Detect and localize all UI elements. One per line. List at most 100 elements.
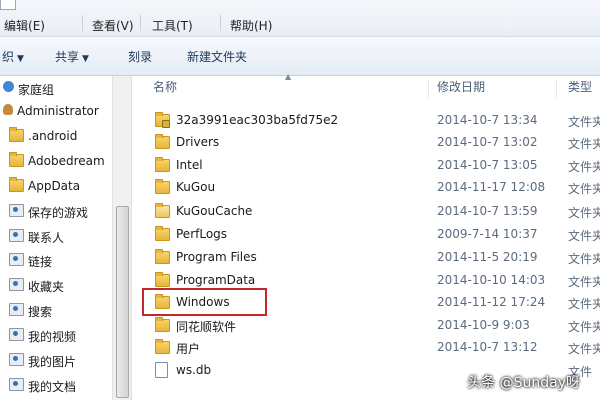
nav-item-administrator[interactable]: Administrator bbox=[0, 101, 112, 123]
nav-item-label: AppData bbox=[28, 179, 81, 193]
nav-item-documents[interactable]: 我的文档 bbox=[0, 375, 112, 397]
nav-item-label: 联系人 bbox=[28, 231, 65, 245]
file-date: 2014-10-10 14:03 bbox=[437, 273, 546, 287]
file-row-intel[interactable]: Intel 2014-10-7 13:05 文件夹 bbox=[132, 155, 600, 177]
file-row-users[interactable]: 用户 2014-10-7 13:12 文件夹 bbox=[132, 337, 600, 359]
file-type: 文件夹 bbox=[568, 320, 600, 334]
file-type: 文件夹 bbox=[568, 342, 600, 356]
chevron-down-icon: ▼ bbox=[82, 54, 89, 64]
menu-help[interactable]: 帮助(H) bbox=[230, 17, 272, 34]
folder-icon bbox=[155, 317, 170, 332]
file-date: 2014-10-9 9:03 bbox=[437, 318, 530, 332]
file-name: KuGou bbox=[176, 180, 216, 194]
column-header-date[interactable]: 修改日期 bbox=[437, 78, 485, 100]
burn-button[interactable]: 刻录 bbox=[128, 48, 152, 65]
file-type: 文件夹 bbox=[568, 275, 600, 289]
share-button[interactable]: 共享 ▼ bbox=[55, 48, 89, 65]
file-list: 名称 ▲ 修改日期 类型 32a3991eac303ba5fd75e2 2014… bbox=[132, 72, 600, 400]
file-date: 2014-10-7 13:34 bbox=[437, 113, 538, 127]
nav-item-links[interactable]: 链接 bbox=[0, 250, 112, 272]
menu-separator bbox=[140, 15, 141, 31]
file-row-program-files[interactable]: Program Files 2014-11-5 20:19 文件夹 bbox=[132, 247, 600, 269]
folder-icon bbox=[155, 157, 170, 172]
folder-icon bbox=[155, 249, 170, 264]
links-icon bbox=[9, 253, 24, 266]
file-type: 文件夹 bbox=[568, 297, 600, 311]
nav-item-label: 搜索 bbox=[28, 305, 53, 319]
file-name: 32a3991eac303ba5fd75e2 bbox=[176, 113, 339, 127]
nav-item-appdata[interactable]: AppData bbox=[0, 176, 112, 198]
nav-item-favorites[interactable]: 收藏夹 bbox=[0, 275, 112, 297]
file-date: 2014-11-17 12:08 bbox=[437, 180, 546, 194]
file-name: PerfLogs bbox=[176, 227, 228, 241]
new-folder-button[interactable]: 新建文件夹 bbox=[187, 48, 247, 65]
nav-item-contacts[interactable]: 联系人 bbox=[0, 226, 112, 248]
file-row-kugou[interactable]: KuGou 2014-11-17 12:08 文件夹 bbox=[132, 177, 600, 199]
contacts-icon bbox=[9, 229, 24, 242]
pictures-icon bbox=[9, 353, 24, 366]
folder-icon bbox=[155, 272, 170, 287]
file-type: 文件夹 bbox=[568, 115, 600, 129]
file-row-perflogs[interactable]: PerfLogs 2009-7-14 10:37 文件夹 bbox=[132, 224, 600, 246]
nav-item-android[interactable]: .android bbox=[0, 126, 112, 148]
file-type: 文件夹 bbox=[568, 182, 600, 196]
nav-item-homegroup[interactable]: 家庭组 bbox=[0, 78, 112, 100]
file-type: 文件夹 bbox=[568, 252, 600, 266]
file-icon bbox=[155, 362, 168, 378]
chevron-down-icon: ▼ bbox=[17, 54, 24, 64]
column-separator[interactable] bbox=[556, 80, 557, 98]
file-date: 2014-10-7 13:59 bbox=[437, 204, 538, 218]
file-name: Intel bbox=[176, 158, 203, 172]
nav-item-saved-games[interactable]: 保存的游戏 bbox=[0, 201, 112, 223]
folder-icon bbox=[9, 152, 24, 167]
sort-ascending-icon: ▲ bbox=[285, 72, 292, 81]
navigation-pane: 家庭组 Administrator .android Adobedream Ap… bbox=[0, 76, 132, 400]
nav-item-label: Administrator bbox=[17, 104, 99, 118]
file-row-32a3991eac303ba5fd75e2[interactable]: 32a3991eac303ba5fd75e2 2014-10-7 13:34 文… bbox=[132, 110, 600, 132]
file-type: 文件夹 bbox=[568, 229, 600, 243]
saved-games-icon bbox=[9, 204, 24, 217]
folder-icon bbox=[155, 226, 170, 241]
file-type: 文件夹 bbox=[568, 137, 600, 151]
column-header-name[interactable]: 名称 bbox=[153, 78, 177, 100]
column-separator[interactable] bbox=[428, 80, 429, 98]
user-icon bbox=[3, 104, 13, 115]
file-date: 2014-11-12 17:24 bbox=[437, 295, 546, 309]
file-row-kugoucache[interactable]: KuGouCache 2014-10-7 13:59 文件夹 bbox=[132, 201, 600, 223]
nav-scrollbar[interactable] bbox=[112, 76, 131, 400]
file-row-tonghuashun[interactable]: 同花顺软件 2014-10-9 9:03 文件夹 bbox=[132, 315, 600, 337]
nav-item-pictures[interactable]: 我的图片 bbox=[0, 350, 112, 372]
menu-edit[interactable]: 编辑(E) bbox=[4, 17, 45, 34]
file-date: 2014-10-7 13:05 bbox=[437, 158, 538, 172]
menu-view[interactable]: 查看(V) bbox=[92, 17, 134, 34]
folder-icon bbox=[9, 127, 24, 142]
nav-item-label: 家庭组 bbox=[18, 83, 55, 97]
nav-item-videos[interactable]: 我的视频 bbox=[0, 325, 112, 347]
file-type: 文件夹 bbox=[568, 206, 600, 220]
nav-item-label: 我的文档 bbox=[28, 380, 77, 394]
nav-item-label: Adobedream bbox=[28, 154, 105, 168]
menu-separator bbox=[82, 15, 83, 31]
folder-icon bbox=[9, 177, 24, 192]
highlight-box bbox=[142, 288, 267, 316]
open-folder-icon bbox=[155, 203, 170, 218]
scrollbar-thumb[interactable] bbox=[116, 206, 129, 398]
lock-icon bbox=[162, 120, 170, 128]
nav-item-adobedream[interactable]: Adobedream bbox=[0, 151, 112, 173]
nav-item-searches[interactable]: 搜索 bbox=[0, 300, 112, 322]
favorites-icon bbox=[9, 278, 24, 291]
file-name: ws.db bbox=[176, 363, 212, 377]
file-name: Program Files bbox=[176, 250, 257, 264]
file-name: ProgramData bbox=[176, 273, 256, 287]
file-type: 文件夹 bbox=[568, 160, 600, 174]
menu-tools[interactable]: 工具(T) bbox=[152, 17, 193, 34]
file-name: Drivers bbox=[176, 135, 220, 149]
file-row-drivers[interactable]: Drivers 2014-10-7 13:02 文件夹 bbox=[132, 132, 600, 154]
file-date: 2014-10-7 13:12 bbox=[437, 340, 538, 354]
nav-item-label: 保存的游戏 bbox=[28, 206, 89, 220]
file-date: 2014-11-5 20:19 bbox=[437, 250, 538, 264]
column-header-type[interactable]: 类型 bbox=[568, 78, 592, 100]
command-bar: 织 ▼ 共享 ▼ 刻录 新建文件夹 bbox=[0, 37, 600, 76]
file-name: 用户 bbox=[176, 342, 201, 356]
organize-button[interactable]: 织 ▼ bbox=[2, 48, 24, 65]
